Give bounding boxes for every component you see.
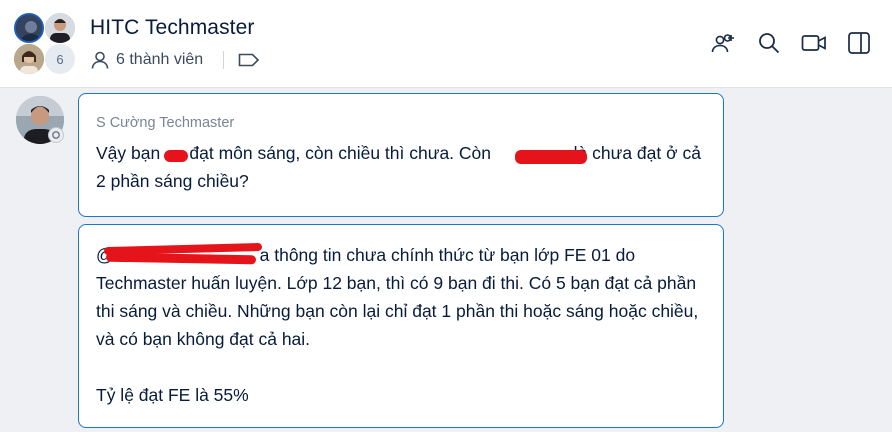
redaction-mark <box>515 150 587 164</box>
member-avatar <box>45 13 75 43</box>
search-icon[interactable] <box>754 28 784 58</box>
video-call-icon[interactable] <box>799 28 829 58</box>
tag-icon[interactable] <box>238 52 260 68</box>
member-overflow-count: 6 <box>45 44 75 74</box>
side-panel-icon[interactable] <box>844 28 874 58</box>
message-text: @ a thông tin chưa chính thức từ bạn lớp… <box>96 245 699 405</box>
member-info[interactable]: 6 thành viên <box>90 50 260 70</box>
add-member-icon[interactable] <box>709 28 739 58</box>
user-icon <box>90 50 110 70</box>
status-badge <box>48 127 64 143</box>
sender-name: S Cường Techmaster <box>96 115 235 131</box>
divider <box>223 51 225 69</box>
group-title: HITC Techmaster <box>90 16 255 39</box>
member-count: 6 thành viên <box>116 51 204 68</box>
redaction-mark <box>164 150 188 162</box>
conversation-header: 6 HITC Techmaster 6 thành viên <box>0 0 892 88</box>
group-avatar[interactable]: 6 <box>14 13 76 75</box>
message-text: Vậy bạn đạt môn sáng, còn chiều thì chưa… <box>96 143 706 191</box>
header-toolbar <box>709 28 874 58</box>
member-avatar <box>14 13 44 43</box>
member-avatar <box>14 44 44 74</box>
